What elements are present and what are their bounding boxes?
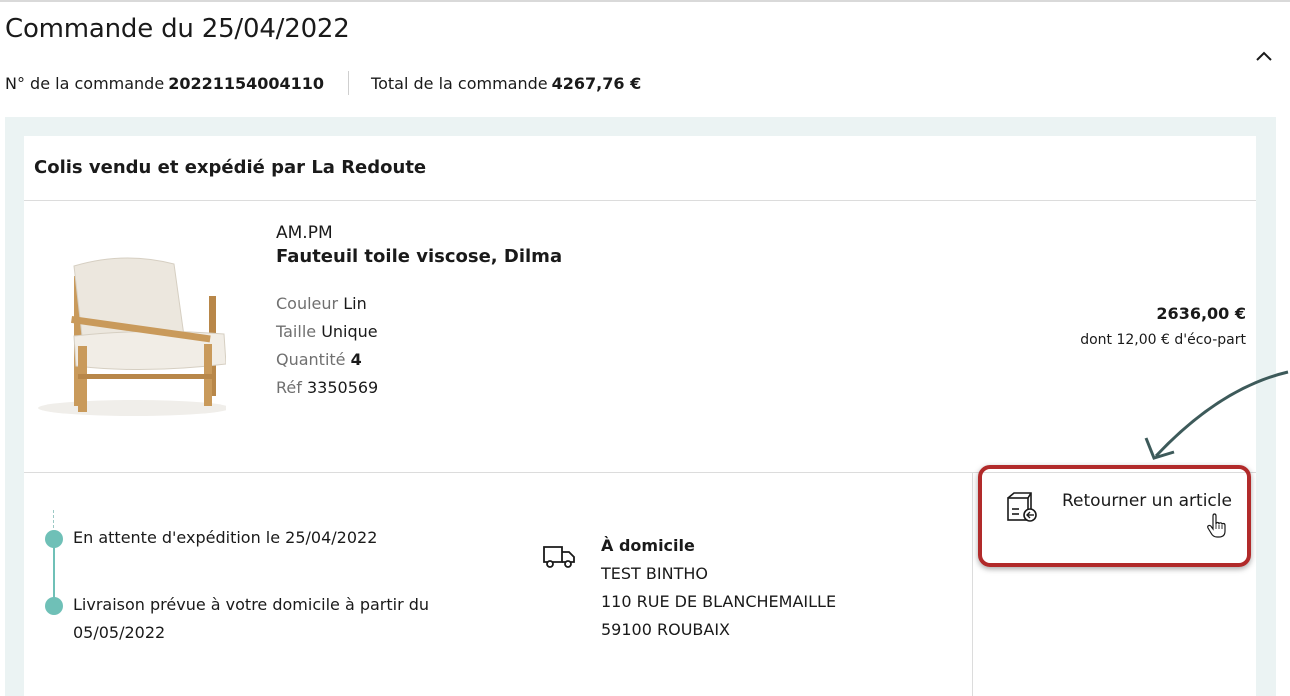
attr-value: 4 xyxy=(350,350,362,369)
product-image[interactable] xyxy=(34,236,226,416)
attr-key: Quantité xyxy=(276,350,346,369)
vertical-divider xyxy=(972,473,973,696)
timeline-step-2: Livraison prévue à votre domicile à part… xyxy=(73,591,429,647)
timeline-step-1: En attente d'expédition le 25/04/2022 xyxy=(73,528,378,547)
attr-key: Couleur xyxy=(276,294,339,313)
meta-separator xyxy=(348,71,350,95)
timeline-step-2-line2: 05/05/2022 xyxy=(73,623,166,642)
timeline-line xyxy=(53,538,55,606)
timeline-dash xyxy=(53,510,54,528)
eco-part: dont 12,00 € d'éco-part xyxy=(1080,332,1246,348)
timeline-step-2-line1: Livraison prévue à votre domicile à part… xyxy=(73,595,430,614)
product-attr-ref: Réf 3350569 xyxy=(276,378,378,397)
product-attr-color: Couleur Lin xyxy=(276,294,367,313)
product-price: 2636,00 € xyxy=(1156,304,1246,323)
delivery-city: 59100 ROUBAIX xyxy=(601,620,731,639)
product-brand: AM.PM xyxy=(276,223,333,243)
order-total: 4267,76 € xyxy=(551,73,642,93)
parcel-header-title: Colis vendu et expédié par La Redoute xyxy=(34,157,427,178)
hand-pointer-icon xyxy=(1207,513,1226,538)
product-name[interactable]: Fauteuil toile viscose, Dilma xyxy=(276,246,562,267)
order-number-label: N° de la commande xyxy=(5,73,165,93)
delivery-address: À domicile TEST BINTHO 110 RUE DE BLANCH… xyxy=(601,532,836,644)
return-article-button[interactable]: Retourner un article xyxy=(1062,491,1232,511)
chevron-up-icon[interactable] xyxy=(1252,44,1276,68)
order-number: 20221154004110 xyxy=(168,73,325,93)
annotation-arrow xyxy=(1144,370,1289,460)
attr-key: Réf xyxy=(276,378,302,397)
order-meta: N° de la commande 20221154004110 Total d… xyxy=(5,71,642,95)
return-box-icon[interactable] xyxy=(1005,490,1039,524)
delivery-name: TEST BINTHO xyxy=(601,564,708,583)
product-attr-size: Taille Unique xyxy=(276,322,378,341)
timeline-dot xyxy=(45,530,63,548)
attr-key: Taille xyxy=(276,322,317,341)
attr-value: Lin xyxy=(343,294,367,313)
truck-icon xyxy=(543,546,575,568)
order-total-label: Total de la commande xyxy=(371,73,548,93)
timeline-dot xyxy=(45,597,63,615)
top-divider xyxy=(0,0,1290,2)
attr-value: Unique xyxy=(321,322,378,341)
product-attr-quantity: Quantité 4 xyxy=(276,350,362,369)
parcel-card: Colis vendu et expédié par La Redoute AM… xyxy=(24,136,1256,696)
delivery-type: À domicile xyxy=(601,536,695,555)
parcel-header: Colis vendu et expédié par La Redoute xyxy=(24,136,1256,201)
order-title: Commande du 25/04/2022 xyxy=(5,14,350,44)
attr-value: 3350569 xyxy=(306,378,379,397)
delivery-street: 110 RUE DE BLANCHEMAILLE xyxy=(601,592,837,611)
